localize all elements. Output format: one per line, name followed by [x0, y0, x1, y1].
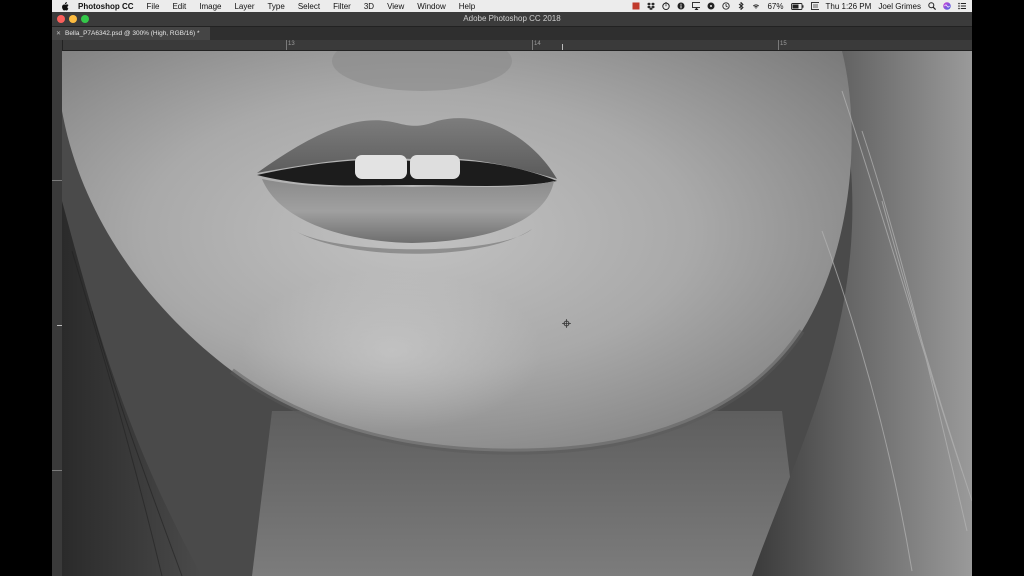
menu-select[interactable]: Select	[298, 2, 320, 11]
search-icon[interactable]	[928, 2, 936, 10]
status-area: 67% Thu 1:26 PM Joel Grimes	[632, 0, 966, 12]
menu-window[interactable]: Window	[417, 2, 445, 11]
time-machine-icon[interactable]	[722, 2, 731, 10]
flag-icon[interactable]	[810, 2, 819, 10]
menu-file[interactable]: File	[147, 2, 160, 11]
ruler-label: 14	[534, 41, 541, 47]
battery-icon[interactable]	[790, 2, 804, 10]
screen: Photoshop CC File Edit Image Layer Type …	[52, 0, 972, 576]
menu-layer[interactable]: Layer	[234, 2, 254, 11]
app-title-bar: Adobe Photoshop CC 2018	[52, 12, 972, 27]
user-name[interactable]: Joel Grimes	[878, 2, 921, 11]
menu-edit[interactable]: Edit	[172, 2, 186, 11]
ruler-tick	[532, 40, 533, 50]
music-icon[interactable]	[707, 2, 715, 10]
window-title: Adobe Photoshop CC 2018	[463, 14, 561, 23]
timer-icon[interactable]	[662, 2, 671, 10]
horizontal-ruler[interactable]: 13 14 15	[62, 40, 972, 51]
document-tab[interactable]: ✕ Bella_P7A6342.psd @ 300% (High, RGB/16…	[52, 27, 210, 40]
photo-lips-chin	[62, 51, 972, 576]
menu-3d[interactable]: 3D	[364, 2, 374, 11]
apple-icon[interactable]	[60, 1, 70, 11]
crosshair-cursor-icon	[562, 319, 571, 328]
close-tab-icon[interactable]: ✕	[56, 30, 61, 37]
dropbox-icon[interactable]	[647, 2, 656, 10]
document-canvas[interactable]	[62, 51, 972, 576]
airplay-icon[interactable]	[692, 2, 701, 10]
ruler-label: 13	[288, 41, 295, 47]
menu-photoshop[interactable]: Photoshop CC	[78, 2, 134, 11]
ruler-tick	[52, 470, 62, 471]
info-icon[interactable]	[677, 2, 685, 10]
document-tab-bar: ✕ Bella_P7A6342.psd @ 300% (High, RGB/16…	[52, 27, 972, 40]
wifi-icon[interactable]	[752, 2, 760, 10]
menu-type[interactable]: Type	[267, 2, 284, 11]
menu-bar: Photoshop CC File Edit Image Layer Type …	[52, 0, 972, 12]
ruler-tick	[52, 180, 62, 181]
clock[interactable]: Thu 1:26 PM	[826, 2, 872, 11]
siri-icon[interactable]	[943, 2, 951, 10]
ruler-tick	[778, 40, 779, 50]
menu-help[interactable]: Help	[459, 2, 475, 11]
menu-image[interactable]: Image	[199, 2, 221, 11]
document-tab-label: Bella_P7A6342.psd @ 300% (High, RGB/16) …	[65, 30, 200, 37]
ruler-cursor-marker	[562, 44, 563, 50]
app-icon[interactable]	[632, 2, 640, 10]
tooth	[410, 155, 460, 179]
ruler-label: 15	[780, 41, 787, 47]
ruler-tick	[286, 40, 287, 50]
bluetooth-icon[interactable]	[737, 2, 745, 10]
notification-center-icon[interactable]	[958, 2, 966, 10]
menu-filter[interactable]: Filter	[333, 2, 351, 11]
battery-percent: 67%	[767, 1, 784, 11]
tooth	[355, 155, 407, 179]
menu-view[interactable]: View	[387, 2, 404, 11]
menu-items: Photoshop CC File Edit Image Layer Type …	[78, 0, 488, 12]
